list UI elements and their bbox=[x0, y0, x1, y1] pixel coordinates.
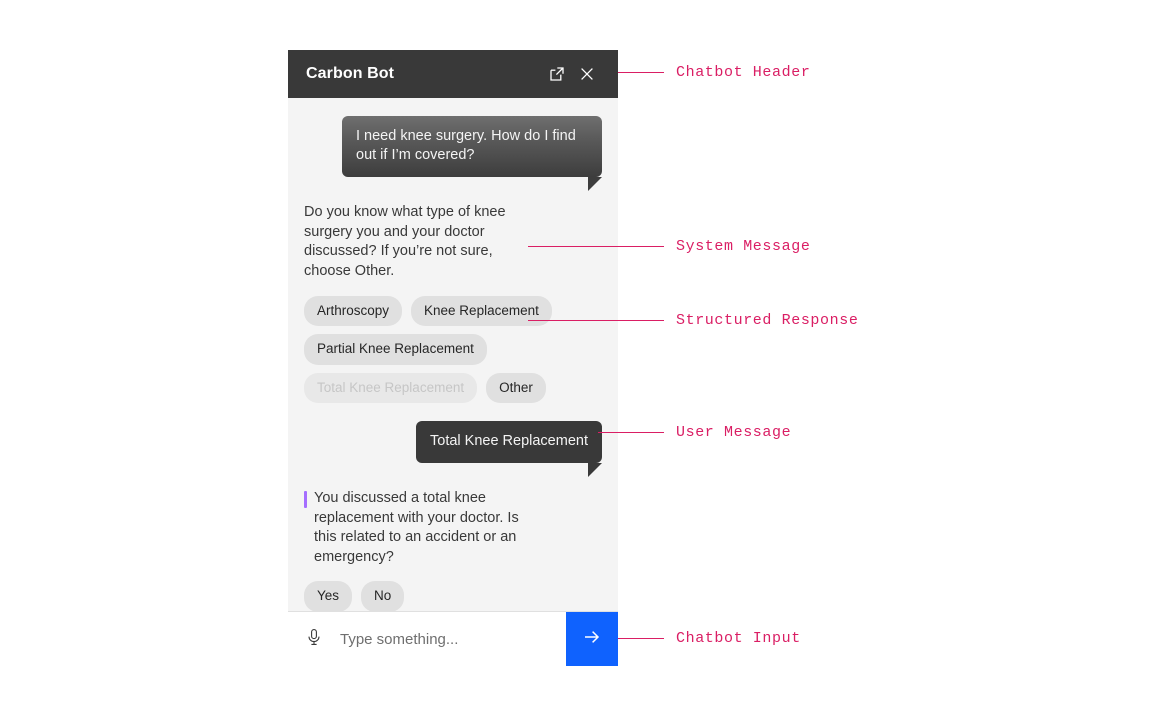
chatbot-message-list: I need knee surgery. How do I find out i… bbox=[288, 98, 618, 611]
annotation-chatbot-input: Chatbot Input bbox=[618, 628, 801, 648]
system-message-text: Do you know what type of knee surgery yo… bbox=[304, 204, 506, 279]
microphone-button[interactable] bbox=[288, 612, 340, 666]
user-message-bubble: Total Knee Replacement bbox=[416, 421, 602, 478]
microphone-icon bbox=[304, 627, 324, 652]
chip-arthroscopy[interactable]: Arthroscopy bbox=[304, 295, 403, 326]
user-message-text: I need knee surgery. How do I find out i… bbox=[356, 128, 576, 164]
chatbot-header: Carbon Bot bbox=[288, 50, 618, 98]
message-row: I need knee surgery. How do I find out i… bbox=[304, 116, 602, 192]
chatbot-input-bar bbox=[288, 611, 618, 666]
annotation-label: Chatbot Header bbox=[676, 63, 811, 81]
bubble-tail bbox=[588, 463, 602, 478]
chip-partial-knee-replacement[interactable]: Partial Knee Replacement bbox=[304, 334, 487, 365]
close-button[interactable] bbox=[572, 59, 602, 89]
system-message: Do you know what type of knee surgery yo… bbox=[304, 203, 522, 281]
user-message-text: Total Knee Replacement bbox=[430, 433, 588, 449]
leader-line bbox=[618, 637, 664, 639]
send-button[interactable] bbox=[566, 612, 618, 666]
annotation-label: Structured Response bbox=[676, 311, 859, 329]
structured-response-chip-group: Arthroscopy Knee Replacement Partial Kne… bbox=[304, 295, 554, 403]
chatbot-title: Carbon Bot bbox=[306, 65, 395, 82]
arrow-right-icon bbox=[581, 626, 603, 653]
system-message: You discussed a total knee replacement w… bbox=[304, 489, 532, 567]
chatbot-panel: Carbon Bot I need knee surgery. How do I… bbox=[288, 50, 618, 666]
leader-line bbox=[528, 245, 664, 247]
leader-line bbox=[598, 431, 664, 433]
chip-total-knee-replacement: Total Knee Replacement bbox=[304, 372, 478, 403]
launch-icon bbox=[548, 65, 566, 83]
annotation-label: System Message bbox=[676, 237, 811, 255]
close-icon bbox=[578, 65, 596, 83]
system-message-text: You discussed a total knee replacement w… bbox=[314, 490, 519, 565]
leader-line bbox=[528, 319, 664, 321]
annotation-chatbot-header: Chatbot Header bbox=[618, 62, 810, 82]
launch-button[interactable] bbox=[542, 59, 572, 89]
message-row: Total Knee Replacement bbox=[304, 421, 602, 478]
bubble-tail bbox=[588, 177, 602, 192]
chatbot-text-input[interactable] bbox=[340, 612, 566, 666]
user-message-bubble: I need knee surgery. How do I find out i… bbox=[342, 116, 602, 192]
leader-line bbox=[618, 71, 664, 73]
annotation-label: User Message bbox=[676, 423, 792, 441]
yes-no-chip-group: Yes No bbox=[304, 581, 554, 611]
annotation-user-message: User Message bbox=[598, 422, 791, 442]
chip-yes[interactable]: Yes bbox=[304, 581, 353, 611]
annotation-structured-response: Structured Response bbox=[528, 310, 858, 330]
chip-other[interactable]: Other bbox=[486, 372, 546, 403]
annotation-label: Chatbot Input bbox=[676, 629, 801, 647]
accent-bar bbox=[304, 491, 307, 509]
chip-no[interactable]: No bbox=[361, 581, 405, 611]
annotation-system-message: System Message bbox=[528, 236, 810, 256]
